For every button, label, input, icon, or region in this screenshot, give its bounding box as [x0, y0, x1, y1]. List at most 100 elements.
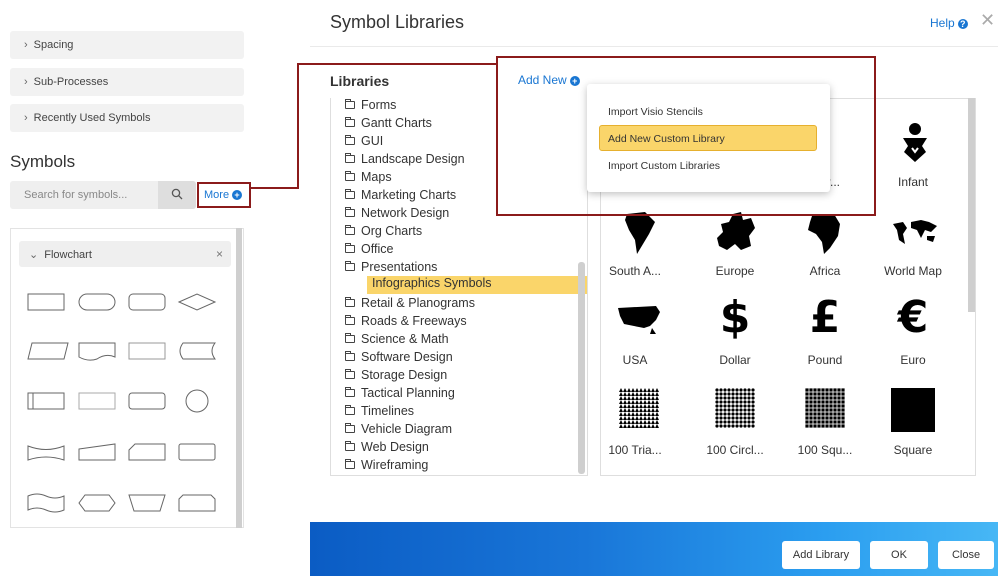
tree-item[interactable]: Landscape Design	[345, 152, 465, 170]
dollar-icon[interactable]: $	[692, 292, 778, 343]
symbol-label: 100 Tria...	[608, 443, 662, 457]
symbol-label: Europe	[715, 264, 755, 278]
infant-icon[interactable]	[872, 122, 958, 174]
flowchart-header[interactable]: ⌄ Flowchart ×	[19, 241, 231, 267]
euro-icon[interactable]: €	[870, 292, 956, 343]
search-input[interactable]: Search for symbols...	[10, 181, 158, 209]
more-label: More	[204, 189, 230, 201]
tree-item[interactable]: Tactical Planning	[345, 386, 455, 404]
tree-item-label: Web Design	[361, 440, 429, 454]
world-map-icon[interactable]	[872, 218, 958, 251]
chevron-right-icon: ›	[24, 112, 28, 124]
search-icon	[171, 188, 183, 200]
ok-button[interactable]: OK	[870, 541, 928, 569]
100-triangles-icon[interactable]	[596, 388, 682, 433]
tree-item[interactable]: Web Design	[345, 440, 429, 458]
close-icon[interactable]: ×	[216, 247, 223, 261]
database-shape[interactable]	[78, 392, 116, 410]
search-button[interactable]	[158, 181, 196, 209]
tree-item-label: Storage Design	[361, 368, 448, 382]
accordion-label: Spacing	[33, 39, 74, 51]
close-button[interactable]: Close	[938, 541, 994, 569]
dialog-title: Symbol Libraries	[330, 12, 465, 32]
connector-shape[interactable]	[185, 389, 209, 413]
app-root: › Spacing › Sub-Processes › Recently Used S…	[0, 0, 998, 576]
usa-icon[interactable]	[596, 302, 682, 343]
folder-icon	[345, 351, 355, 361]
rounded-rect-shape[interactable]	[128, 293, 166, 311]
africa-icon[interactable]	[782, 210, 868, 261]
square-icon[interactable]	[870, 388, 956, 437]
terminator-shape[interactable]	[78, 293, 116, 311]
card-shape[interactable]	[128, 443, 166, 461]
data-shape[interactable]	[27, 342, 69, 360]
folder-icon	[345, 99, 355, 109]
tree-item[interactable]: Software Design	[345, 350, 453, 368]
more-button[interactable]: More +	[197, 182, 251, 208]
close-icon[interactable]: ✕	[980, 10, 995, 31]
tree-scrollbar[interactable]	[578, 262, 585, 474]
callout-line	[297, 63, 299, 189]
tree-item-label: Science & Math	[361, 332, 449, 346]
chevron-right-icon: ›	[24, 76, 28, 88]
tree-item[interactable]: Network Design	[345, 206, 449, 224]
folder-icon	[345, 297, 355, 307]
tree-item[interactable]: Vehicle Diagram	[345, 422, 452, 440]
preparation-shape[interactable]	[78, 494, 116, 512]
tree-item-label: Tactical Planning	[361, 386, 455, 400]
tree-item[interactable]: Wireframing	[345, 458, 428, 475]
europe-icon[interactable]	[692, 210, 778, 261]
display-shape[interactable]	[178, 443, 216, 461]
flowchart-scrollbar[interactable]	[236, 228, 242, 528]
tree-item[interactable]: Maps	[345, 170, 392, 188]
tree-item[interactable]: Storage Design	[345, 368, 447, 386]
manual-operation-shape[interactable]	[128, 494, 166, 512]
add-library-button[interactable]: Add Library	[782, 541, 860, 569]
tree-item[interactable]: Org Charts	[345, 224, 422, 242]
tree-item[interactable]: Science & Math	[345, 332, 449, 350]
symbol-label: Euro	[900, 353, 926, 367]
tree-item-label: Landscape Design	[361, 152, 465, 166]
tree-item-selected[interactable]: Infographics Symbols	[367, 276, 587, 294]
tree-item[interactable]: Gantt Charts	[345, 116, 432, 134]
100-circles-icon[interactable]	[692, 388, 778, 433]
tree-item[interactable]: Marketing Charts	[345, 188, 456, 206]
tree-item[interactable]: Forms	[345, 98, 396, 116]
100-squares-icon[interactable]	[782, 388, 868, 433]
symbol-label: Pound	[807, 353, 843, 367]
tree-item[interactable]: Timelines	[345, 404, 414, 422]
folder-icon	[345, 261, 355, 271]
south-america-icon[interactable]	[596, 210, 682, 261]
paper-tape-shape[interactable]	[27, 493, 65, 513]
decision-shape[interactable]	[177, 293, 217, 311]
divider	[310, 46, 998, 47]
flowchart-panel: ⌄ Flowchart ×	[10, 228, 244, 528]
tree-item[interactable]: GUI	[345, 134, 383, 152]
symbol-label: Infant	[897, 175, 929, 189]
pound-icon[interactable]: £	[782, 292, 868, 343]
tree-item[interactable]: Office	[345, 242, 393, 260]
manual-input-shape[interactable]	[78, 443, 116, 461]
process-shape[interactable]	[27, 293, 65, 311]
help-link[interactable]: Help?	[930, 16, 968, 30]
plus-circle-icon: +	[232, 190, 243, 200]
tree-item-label: Gantt Charts	[361, 116, 432, 130]
symbol-label: South A...	[608, 264, 662, 278]
accordion-recently-used[interactable]: › Recently Used Symbols	[10, 104, 244, 132]
folder-icon	[345, 423, 355, 433]
tree-item[interactable]: Roads & Freeways	[345, 314, 467, 332]
document-shape[interactable]	[78, 342, 116, 361]
stored-data-shape[interactable]	[179, 342, 216, 360]
punched-tape-shape[interactable]	[27, 445, 65, 461]
left-panel: › Spacing › Sub-Processes › Recently Used S…	[0, 0, 260, 576]
accordion-sub-processes[interactable]: › Sub-Processes	[10, 68, 244, 96]
folder-icon	[345, 135, 355, 145]
accordion-label: Recently Used Symbols	[33, 112, 151, 124]
multi-document-shape[interactable]	[128, 342, 166, 360]
tree-item[interactable]: Retail & Planograms	[345, 296, 475, 314]
accordion-spacing[interactable]: › Spacing	[10, 31, 244, 59]
tree-item-label: Office	[361, 242, 394, 256]
direct-data-shape[interactable]	[128, 392, 166, 410]
loop-limit-shape[interactable]	[178, 494, 216, 512]
grid-scrollbar[interactable]	[968, 98, 975, 312]
